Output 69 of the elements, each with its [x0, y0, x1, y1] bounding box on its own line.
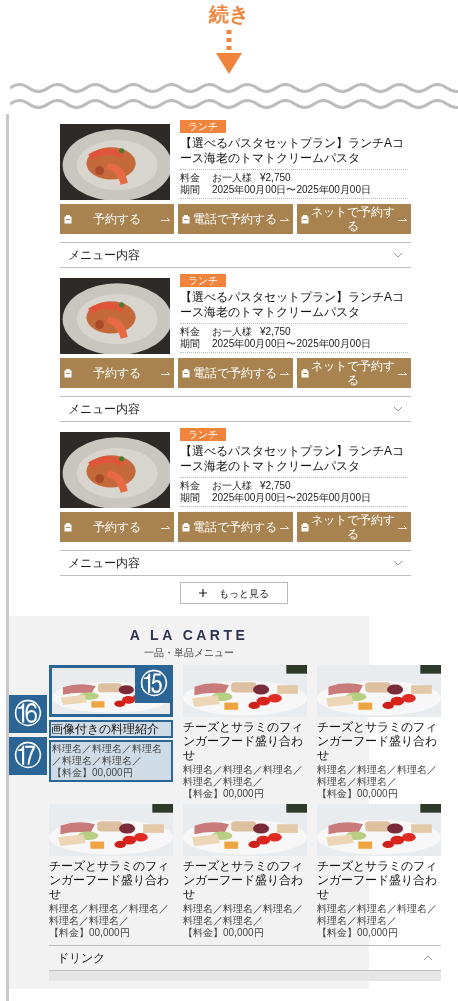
dish-price: 【料金】00,000円 — [49, 927, 131, 939]
period-value: 2025年00月00日〜2025年00月00日 — [212, 338, 371, 350]
period-label: 期間 — [180, 338, 201, 350]
reserve-button[interactable]: 予約する — [60, 358, 175, 388]
chevron-down-icon — [393, 560, 403, 566]
dish-title: チーズとサラミのフィンガーフード盛り合わせ — [183, 720, 304, 762]
callout-marker: ⑮ — [135, 665, 173, 703]
price-value: ¥2,750 — [260, 172, 291, 184]
category-tag: ランチ — [180, 428, 226, 441]
dish-title: チーズとサラミのフィンガーフード盛り合わせ — [317, 720, 438, 762]
dish-list: 料理名／料理名／料理名／料理名／料理名／ — [49, 903, 173, 927]
section-title: A LA CARTE — [129, 626, 249, 644]
reserve-button[interactable]: ネットで予約する — [296, 358, 411, 388]
accordion-header[interactable]: メニュー内容 — [60, 242, 411, 268]
continue-label: 続き — [209, 4, 249, 24]
chevron-down-icon — [393, 252, 403, 258]
dish-list: 料理名／料理名／料理名／料理名／料理名／ — [52, 743, 170, 767]
reserve-button[interactable]: 予約する — [60, 204, 175, 234]
dish-list: 料理名／料理名／料理名／料理名／料理名／ — [183, 764, 307, 788]
reserve-button[interactable]: 電話で予約する — [178, 358, 293, 388]
chevron-down-icon — [393, 406, 403, 412]
down-arrow-icon — [215, 28, 243, 74]
chevron-up-icon — [423, 955, 433, 961]
reserve-button[interactable]: 電話で予約する — [178, 204, 293, 234]
reserve-button[interactable]: ネットで予約する — [296, 512, 411, 542]
dish-price: 【料金】00,000円 — [183, 788, 265, 800]
price-unit: お一人様 — [212, 326, 252, 338]
dish-price: 【料金】00,000円 — [317, 788, 399, 800]
dish-title: 画像付きの料理紹介 — [49, 720, 173, 738]
dish-price: 【料金】00,000円 — [183, 927, 265, 939]
period-value: 2025年00月00日〜2025年00月00日 — [212, 184, 371, 196]
dish-list: 料理名／料理名／料理名／料理名／料理名／ — [183, 903, 307, 927]
category-tag: ランチ — [180, 274, 226, 287]
more-button[interactable]: もっと見る — [179, 582, 288, 604]
dish-list: 料理名／料理名／料理名／料理名／料理名／ — [317, 903, 441, 927]
reserve-button[interactable]: ネットで予約する — [296, 204, 411, 234]
callout-marker: ⑰ — [9, 737, 47, 775]
callout-marker: ⑯ — [9, 695, 47, 733]
reserve-button[interactable]: 電話で予約する — [178, 512, 293, 542]
period-label: 期間 — [180, 184, 201, 196]
accordion-label: メニュー内容 — [68, 402, 140, 416]
price-label: 料金 — [180, 172, 201, 184]
price-value: ¥2,750 — [260, 480, 291, 492]
period-value: 2025年00月00日〜2025年00月00日 — [212, 492, 371, 504]
price-value: ¥2,750 — [260, 326, 291, 338]
accordion-header[interactable]: メニュー内容 — [60, 396, 411, 422]
dish-title: チーズとサラミのフィンガーフード盛り合わせ — [49, 859, 170, 901]
dish-price: 【料金】00,000円 — [52, 767, 134, 779]
price-unit: お一人様 — [212, 172, 252, 184]
plan-title: 【選べるパスタセットプラン】ランチAコース海老のトマトクリームパスタ — [180, 136, 405, 166]
dish-title: チーズとサラミのフィンガーフード盛り合わせ — [317, 859, 438, 901]
plan-title: 【選べるパスタセットプラン】ランチAコース海老のトマトクリームパスタ — [180, 290, 405, 320]
price-label: 料金 — [180, 326, 201, 338]
plan-title: 【選べるパスタセットプラン】ランチAコース海老のトマトクリームパスタ — [180, 444, 405, 474]
accordion-header[interactable]: メニュー内容 — [60, 550, 411, 576]
accordion-header[interactable]: ドリンク — [49, 945, 441, 971]
reserve-button[interactable]: 予約する — [60, 512, 175, 542]
price-label: 料金 — [180, 480, 201, 492]
period-label: 期間 — [180, 492, 201, 504]
accordion-label: メニュー内容 — [68, 248, 140, 262]
dish-title: チーズとサラミのフィンガーフード盛り合わせ — [183, 859, 304, 901]
dish-list: 料理名／料理名／料理名／料理名／料理名／ — [317, 764, 441, 788]
dish-price: 【料金】00,000円 — [317, 927, 399, 939]
accordion-label: メニュー内容 — [68, 556, 140, 570]
price-unit: お一人様 — [212, 480, 252, 492]
plus-icon — [198, 589, 207, 597]
accordion-label: ドリンク — [57, 951, 105, 965]
category-tag: ランチ — [180, 120, 226, 133]
section-subtitle: 一品・単品メニュー — [144, 646, 234, 659]
